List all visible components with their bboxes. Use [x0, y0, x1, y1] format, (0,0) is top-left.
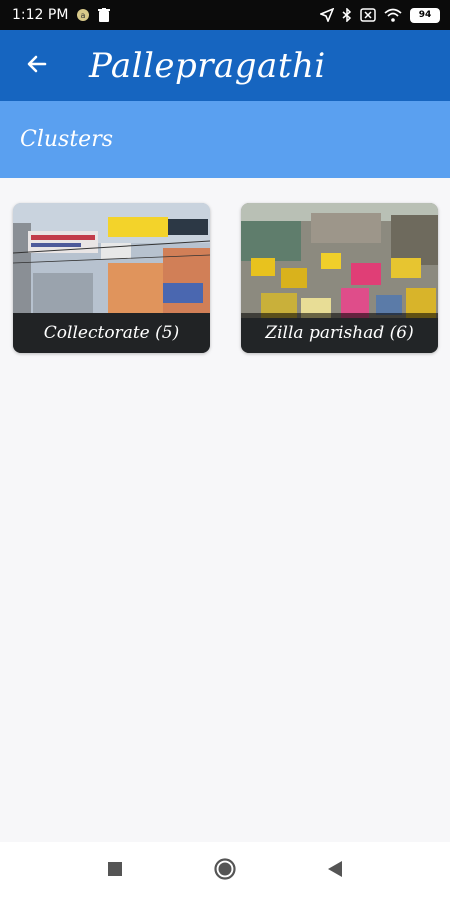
recents-icon [107, 861, 123, 881]
cluster-grid: Collectorate (5) Zilla parishad (6) [13, 203, 438, 353]
battery-icon: 94 [410, 7, 440, 23]
cluster-label: Zilla parishad (6) [241, 313, 438, 353]
app-bar: Pallepragathi [0, 30, 450, 101]
cluster-card-collectorate[interactable]: Collectorate (5) [13, 203, 210, 353]
back-icon [327, 860, 343, 882]
home-button[interactable] [210, 856, 240, 886]
home-icon [213, 857, 237, 885]
system-nav-bar [0, 842, 450, 900]
status-bar: 1:12 PM a 94 [0, 0, 450, 30]
svg-text:a: a [81, 11, 86, 20]
trash-icon [98, 8, 111, 22]
wifi-icon [384, 8, 402, 22]
sim-icon [360, 8, 376, 22]
status-right: 94 [320, 7, 440, 23]
bluetooth-icon [342, 8, 352, 22]
section-title: Clusters [20, 127, 113, 152]
section-header: Clusters [0, 101, 450, 178]
cluster-label: Collectorate (5) [13, 313, 210, 353]
back-button[interactable] [22, 51, 52, 81]
back-nav-button[interactable] [320, 856, 350, 886]
location-icon [320, 8, 334, 22]
notification-icon: a [76, 8, 90, 22]
recents-button[interactable] [100, 856, 130, 886]
cluster-card-zilla-parishad[interactable]: Zilla parishad (6) [241, 203, 438, 353]
status-left: 1:12 PM a [12, 7, 111, 23]
app-title: Pallepragathi [89, 45, 326, 86]
back-arrow-icon [25, 52, 49, 80]
status-time: 1:12 PM [12, 7, 69, 23]
